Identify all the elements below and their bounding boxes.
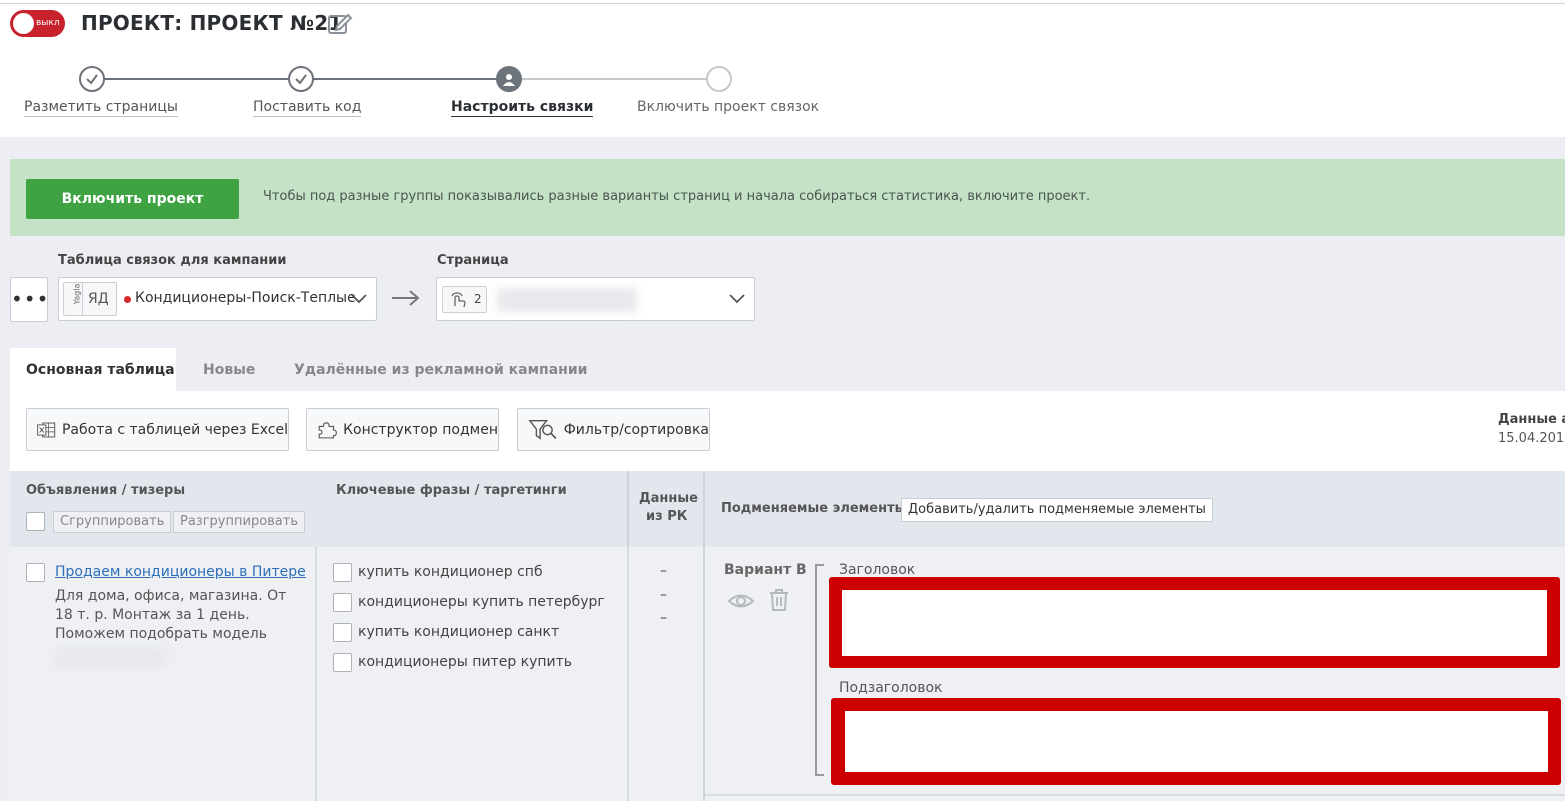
banner-text: Чтобы под разные группы показывались раз… — [263, 189, 1091, 204]
more-options-button[interactable]: ••• — [10, 277, 48, 322]
variant-bracket — [815, 564, 824, 776]
status-dot-icon — [124, 296, 131, 303]
step-label-enable-project: Включить проект связок — [637, 99, 820, 115]
keyword-item: кондиционеры купить петербург — [358, 594, 605, 610]
column-divider — [627, 547, 629, 801]
step-label-install-code[interactable]: Поставить код — [253, 99, 362, 117]
header-ads: Объявления / тизеры — [26, 483, 186, 498]
page-title: ПРОЕКТ: ПРОЕКТ №21 — [81, 11, 343, 35]
subtitle-input[interactable] — [845, 711, 1548, 772]
step-pending-circle-icon — [706, 66, 732, 92]
eye-icon[interactable] — [727, 591, 755, 611]
enable-project-button[interactable]: Включить проект — [26, 179, 239, 219]
constructor-button[interactable]: Конструктор подмен — [306, 408, 499, 451]
campaign-select[interactable]: Yagla ЯД Кондиционеры-Поиск-Теплые — [58, 277, 377, 321]
filter-button[interactable]: Фильтр/сортировка — [517, 408, 710, 451]
page-count: 2 — [474, 292, 482, 306]
ad-title-link[interactable]: Продаем кондиционеры в Питере — [55, 564, 306, 580]
page-count-badge: 2 — [442, 286, 487, 313]
step-label-mark-pages[interactable]: Разметить страницы — [24, 99, 178, 117]
row-divider — [705, 794, 1565, 796]
step-label-configure-links[interactable]: Настроить связки — [451, 99, 594, 117]
puzzle-icon — [318, 421, 337, 438]
filter-button-label: Фильтр/сортировка — [563, 421, 709, 438]
data-value: – — [660, 610, 667, 626]
header-replaced-elements: Подменяемые элементы — [721, 501, 907, 516]
add-remove-elements-button[interactable]: Добавить/удалить подменяемые элементы — [901, 498, 1213, 522]
step-active-user-icon — [496, 66, 522, 92]
ad-description: Для дома, офиса, магазина. От 18 т. р. М… — [55, 588, 287, 642]
excel-button-label: Работа с таблицей через Excel — [61, 421, 288, 438]
column-divider — [627, 471, 629, 547]
header-data-line2: из РК — [646, 509, 688, 524]
edit-icon[interactable] — [327, 11, 353, 37]
keyword-checkbox[interactable] — [333, 593, 352, 612]
group-button[interactable]: Сгруппировать — [53, 511, 172, 533]
chevron-down-icon — [351, 294, 367, 304]
step-connector — [313, 78, 497, 80]
trash-icon[interactable] — [768, 588, 790, 612]
step-done-check-icon — [288, 66, 314, 92]
campaign-badges: Yagla ЯД — [63, 282, 117, 316]
keyword-checkbox[interactable] — [333, 623, 352, 642]
step-done-check-icon — [79, 66, 105, 92]
arrow-right-icon — [392, 290, 420, 306]
header-data-line1: Данные — [639, 491, 698, 506]
keyword-checkbox[interactable] — [333, 563, 352, 582]
select-all-checkbox[interactable] — [26, 512, 45, 531]
data-value: – — [660, 587, 667, 603]
keyword-item: купить кондиционер санкт — [358, 624, 560, 640]
title-field-label: Заголовок — [839, 562, 916, 578]
ungroup-button[interactable]: Разгруппировать — [173, 511, 306, 533]
constructor-button-label: Конструктор подмен — [343, 421, 498, 438]
subtitle-field-highlight — [831, 698, 1561, 785]
ad-checkbox[interactable] — [26, 563, 45, 582]
title-field-highlight — [829, 577, 1560, 668]
step-connector — [522, 78, 707, 80]
column-divider — [315, 547, 317, 801]
variant-name: Вариант B — [724, 562, 807, 578]
filter-search-icon — [528, 419, 557, 440]
excel-button[interactable]: Работа с таблицей через Excel — [26, 408, 289, 451]
redacted-page-url — [497, 288, 637, 312]
data-value: – — [660, 563, 667, 579]
step-connector — [104, 78, 289, 80]
excel-icon — [37, 422, 56, 437]
column-divider — [703, 547, 705, 801]
tab-new[interactable]: Новые — [203, 362, 255, 378]
toggle-knob — [13, 13, 34, 34]
pointer-hand-icon — [451, 292, 466, 308]
project-toggle[interactable]: выкл — [10, 10, 65, 37]
subtitle-field-label: Подзаголовок — [839, 680, 943, 696]
campaign-select-label: Таблица связок для кампании — [58, 253, 287, 268]
tab-main-table-label: Основная таблица — [26, 362, 175, 378]
data-header-label: Данные ак — [1498, 412, 1565, 427]
header-keywords: Ключевые фразы / таргетинги — [336, 483, 567, 498]
redacted-ad-url — [55, 648, 167, 668]
badge-divider — [82, 283, 83, 315]
keyword-checkbox[interactable] — [333, 653, 352, 672]
yd-badge: ЯД — [88, 291, 109, 307]
keyword-item: кондиционеры питер купить — [358, 654, 573, 670]
keyword-item: купить кондиционер спб — [358, 564, 543, 580]
yagla-badge: Yagla — [72, 283, 82, 305]
tab-removed[interactable]: Удалённые из рекламной кампании — [294, 362, 587, 378]
page-select[interactable]: 2 — [436, 277, 755, 321]
toggle-label: выкл — [36, 18, 60, 28]
chevron-down-icon — [729, 294, 745, 304]
top-divider — [0, 3, 1565, 4]
campaign-select-value: Кондиционеры-Поиск-Теплые — [135, 290, 356, 306]
data-date: 15.04.2019 — [1498, 431, 1565, 446]
page-select-label: Страница — [437, 253, 509, 268]
title-input[interactable] — [842, 590, 1547, 656]
